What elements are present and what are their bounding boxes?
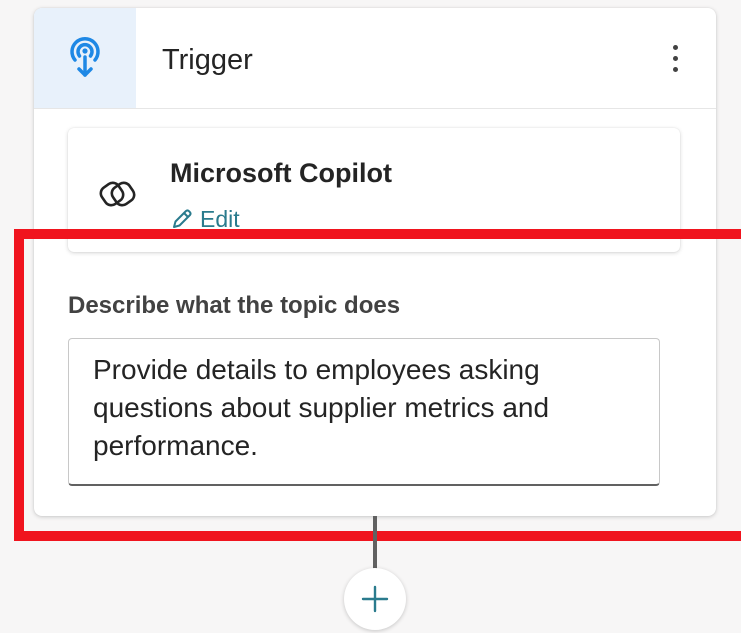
edit-link[interactable]: Edit [170, 204, 240, 234]
plus-icon [361, 585, 389, 613]
description-label: Describe what the topic does [68, 292, 401, 319]
trigger-card-header: Trigger [34, 8, 716, 109]
more-options-button[interactable] [660, 38, 690, 78]
more-vertical-icon-dot [672, 55, 678, 61]
copilot-logo-icon [99, 181, 136, 207]
more-vertical-icon-dot [672, 66, 678, 72]
trigger-icon-container [34, 8, 136, 108]
card-title: Trigger [162, 44, 253, 76]
trigger-card: Trigger Microsoft Copilot Edit Describe … [34, 8, 716, 516]
copilot-name: Microsoft Copilot [170, 158, 392, 188]
podcast-arrow-icon [70, 36, 100, 77]
pencil-icon [173, 209, 192, 228]
add-node-button[interactable] [344, 568, 406, 630]
more-vertical-icon [672, 44, 678, 50]
copilot-trigger-tile[interactable]: Microsoft Copilot Edit [68, 128, 680, 252]
edit-label: Edit [200, 205, 240, 232]
description-textarea[interactable]: Provide details to employees asking ques… [68, 338, 660, 486]
flow-connector-line [373, 516, 377, 570]
